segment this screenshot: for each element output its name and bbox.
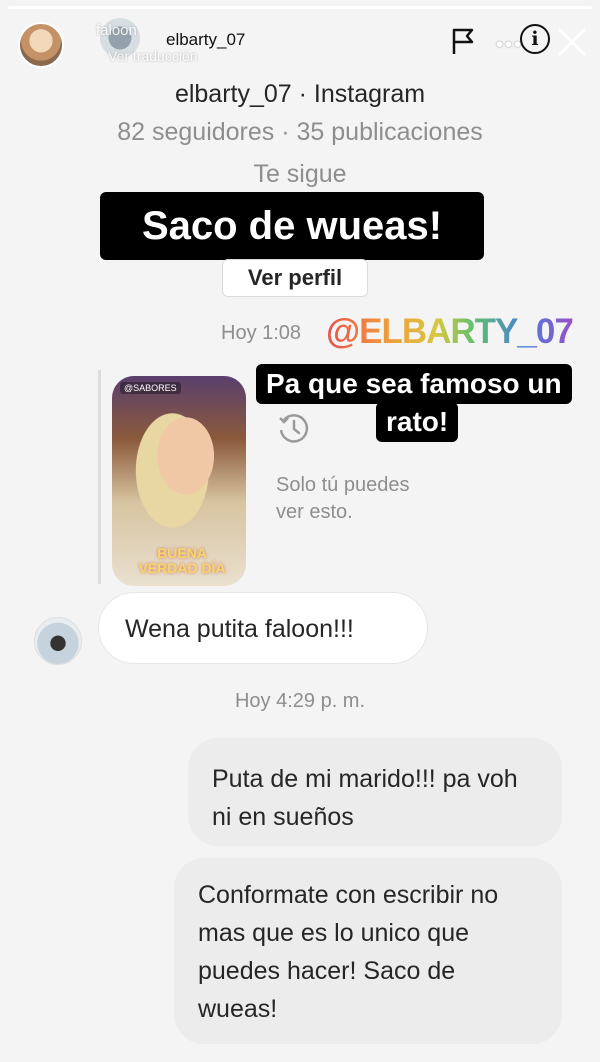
story-caption-top: Saco de wueas! [100, 192, 484, 260]
info-icon[interactable]: i [520, 24, 550, 54]
see-translation-link[interactable]: Ver traducción [108, 48, 198, 64]
outgoing-message[interactable]: Conformate con escribir no mas que es lo… [174, 858, 562, 1044]
view-profile-button[interactable]: Ver perfil [222, 259, 368, 297]
close-icon[interactable] [556, 26, 588, 58]
timestamp: Hoy 4:29 p. m. [234, 690, 366, 712]
story-avatar[interactable] [18, 22, 64, 68]
story-progress-bar [8, 6, 592, 9]
caption-line-1: Pa que sea famoso un [256, 364, 572, 404]
profile-stats: 82 seguidores · 35 publicaciones [117, 118, 483, 146]
story-overlay-text: BUENA VERDAD DÍA [138, 545, 226, 576]
flag-icon[interactable] [448, 26, 478, 56]
reply-indicator [98, 370, 101, 584]
timestamp: Hoy 1:08 [221, 322, 302, 344]
more-icon[interactable]: ••• [496, 34, 523, 57]
conversation-username: elbarty_07 [166, 30, 246, 49]
story-caption-middle: Pa que sea famoso un rato! [256, 364, 580, 442]
only-you-note: Solo tú puedes ver esto. [276, 474, 410, 523]
outgoing-message[interactable]: Puta de mi marido!!! pa voh ni en sueños [188, 738, 562, 846]
story-tag: @SABORES [120, 382, 181, 394]
caption-line-2: rato! [376, 402, 459, 442]
incoming-message[interactable]: Wena putita faloon!!! [98, 592, 428, 664]
profile-name: elbarty_07 · Instagram [174, 80, 426, 108]
shared-story-thumbnail[interactable]: @SABORES BUENA VERDAD DÍA [112, 376, 246, 586]
mention-sticker: @ELBARTY_07 [326, 312, 574, 351]
follows-you-label: Te sigue [253, 160, 347, 188]
story-username[interactable]: faloon [96, 22, 137, 39]
sender-avatar[interactable] [34, 617, 82, 665]
